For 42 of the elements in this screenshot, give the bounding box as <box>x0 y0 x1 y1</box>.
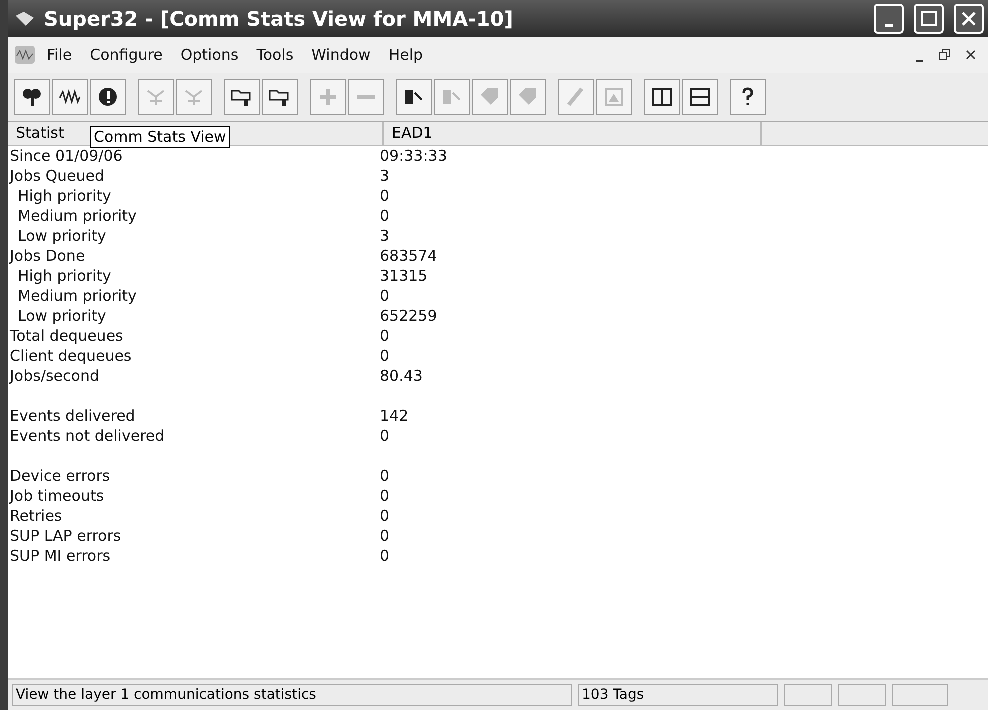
statistic-value: 0 <box>380 327 390 345</box>
statistic-value: 31315 <box>380 267 428 285</box>
statistic-value: 3 <box>380 167 390 185</box>
statistic-value: 0 <box>380 207 390 225</box>
statistic-label: Job timeouts <box>8 487 106 505</box>
statistic-label: Events delivered <box>9 407 136 425</box>
statistic-label: Jobs Done <box>8 247 86 265</box>
status-message: View the layer 1 communications statistics <box>12 684 572 706</box>
statistic-label: Device errors <box>9 467 112 485</box>
statistic-value: 142 <box>380 407 409 425</box>
statistic-label: Jobs/second <box>8 367 100 385</box>
statistic-value: 0 <box>380 487 390 505</box>
statistic-value: 0 <box>380 507 390 525</box>
statistic-label: SUP LAP errors <box>9 527 122 545</box>
statistic-value: 683574 <box>380 247 438 265</box>
statistic-value: 0 <box>380 547 390 565</box>
statistic-value: 3 <box>380 227 390 245</box>
window-title: Super32 - [Comm Stats View for MMA-10] <box>44 6 514 30</box>
statistic-value: 0 <box>380 187 390 205</box>
statistic-label: Retries <box>9 507 64 525</box>
statistic-label: Medium priority <box>17 287 138 305</box>
statistic-label: Client dequeues <box>9 347 133 365</box>
statistic-value: 80.43 <box>380 367 423 385</box>
statistic-label: Total dequeues <box>9 327 124 345</box>
statistic-value: 0 <box>380 467 390 485</box>
statistic-value: 0 <box>380 527 390 545</box>
statistic-value: 0 <box>380 427 390 445</box>
statistic-label: SUP MI errors <box>9 547 112 565</box>
statistic-label: High priority <box>17 187 112 205</box>
statistic-label: Since 01/09/06 <box>9 147 124 165</box>
statistic-value: 652259 <box>380 307 438 325</box>
statistic-label: Events not delivered <box>9 427 166 445</box>
statistic-label: High priority <box>17 267 112 285</box>
tooltip: Comm Stats View <box>90 126 230 148</box>
statistic-value: 09:33:33 <box>380 147 448 165</box>
statistic-value: 0 <box>380 287 390 305</box>
statistic-label: Jobs Queued <box>8 167 106 185</box>
tag-count: 103 Tags <box>578 684 778 706</box>
statistic-label: Low priority <box>17 307 108 325</box>
statistic-label: Medium priority <box>17 207 138 225</box>
statistic-value: 0 <box>380 347 390 365</box>
statistic-label: Low priority <box>17 227 108 245</box>
